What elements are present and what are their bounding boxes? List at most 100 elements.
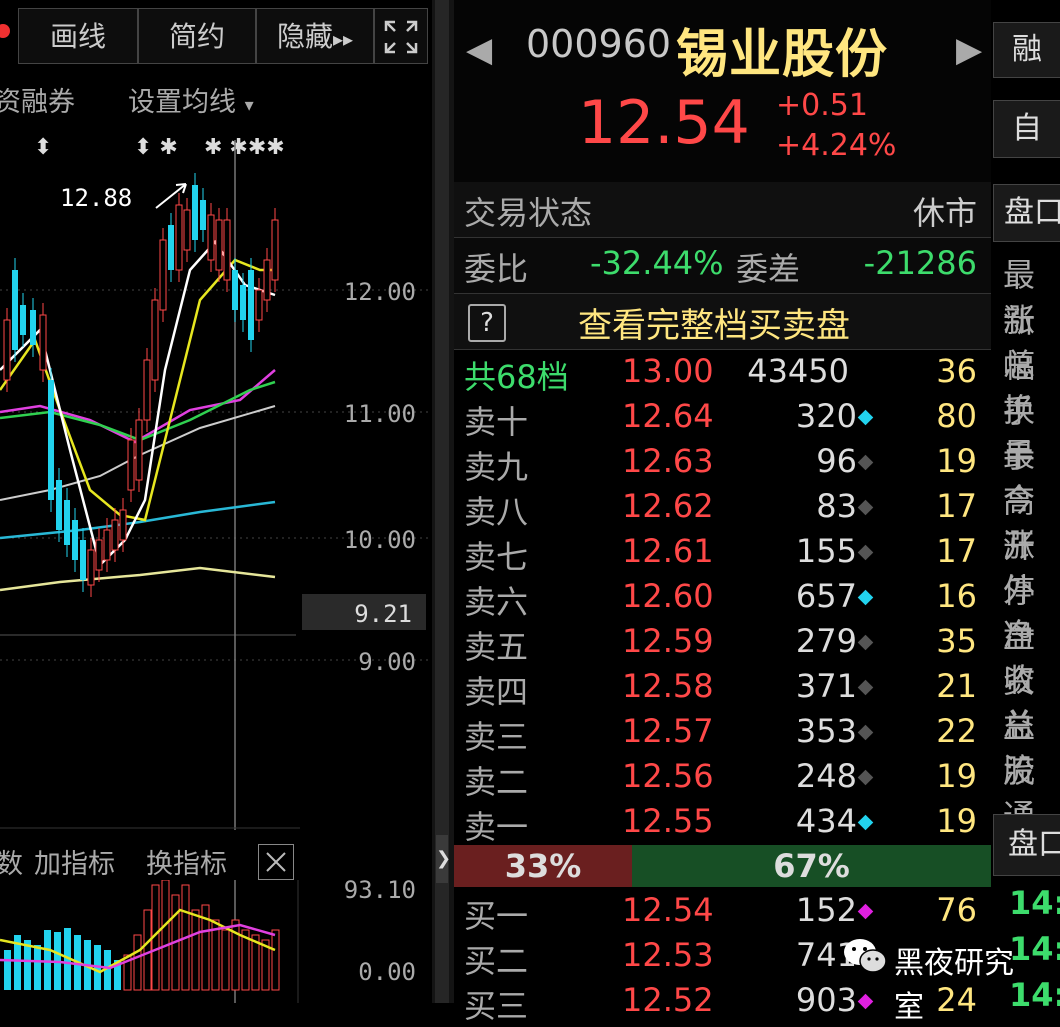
tab-handicap-2[interactable]: 盘口 [993,814,1060,876]
level-price: 12.53 [622,936,714,974]
level-name: 卖三 [464,718,529,756]
sell-ratio-segment: 33% [454,845,632,887]
level-volume: 83 [816,487,857,525]
candlestick-chart[interactable]: ⬍ ⬍ ✱ ✱ ✱✱✱ 12.00 11.00 10.00 9.00 9.21 … [0,120,432,835]
level-volume: 903 [795,981,857,1019]
change-dot-icon [857,589,874,606]
indicator-bar [143,909,152,991]
candle-body [143,359,151,421]
order-book-row[interactable]: 买一 12.54 152 76 [454,889,991,935]
level-count: 80 [936,397,977,435]
event-marker[interactable]: ⬍ ✱ [134,135,178,160]
candle-body [271,219,279,281]
level-count: 19 [936,442,977,480]
add-indicator-button[interactable]: 加指标 [34,842,115,881]
indicator-chart[interactable]: 93.10 0.00 [0,880,432,1003]
draw-button[interactable]: 画线 [18,8,138,64]
level-name: 买二 [464,942,529,980]
level-price: 12.54 [622,891,714,929]
level-count: 21 [936,667,977,705]
close-indicator-button[interactable] [258,844,294,880]
level-price: 12.60 [622,577,714,615]
order-diff-value: -21286 [863,244,977,282]
change-dot-icon [857,903,874,920]
candle-body [151,299,159,381]
order-book-row[interactable]: 卖十 12.64 320 80 [454,395,991,441]
level-volume: 152 [795,891,857,929]
hide-label: 隐藏 [276,20,333,53]
panel-splitter[interactable]: ❯ [432,0,454,1003]
level-name: 卖一 [464,808,529,846]
candle-body [111,519,119,551]
indicator-name[interactable]: 数 [0,842,23,881]
level-volume: 279 [795,622,857,660]
buy-sell-ratio-bar: 33% 67% [454,845,991,887]
level-price: 12.58 [622,667,714,705]
collapse-arrow-icon[interactable]: ❯ [436,835,451,883]
full-book-link[interactable]: 查看完整档买卖盘 [578,298,850,347]
tab-handicap[interactable]: 盘口 [993,184,1060,242]
margin-tab[interactable]: 融 [993,22,1060,78]
prev-stock-icon[interactable]: ◀ [466,30,492,70]
margin-trading-link[interactable]: 资融券 [0,80,75,119]
candle-body [95,539,103,571]
ma-settings-dropdown[interactable]: 设置均线 ▾ [128,80,254,119]
order-book-row[interactable]: 卖二 12.56 248 19 [454,755,991,801]
book-summary-row[interactable]: 共68档 13.00 43450 36 [454,350,991,396]
current-price-tag-label: 9.21 [354,600,412,628]
level-price: 12.64 [622,397,714,435]
candle-body [248,270,254,340]
candle-body [127,439,135,491]
candle-body [240,285,246,320]
level-name: 买三 [464,987,529,1025]
event-marker[interactable]: ✱ ✱✱✱ [204,135,285,160]
self-select-tab[interactable]: 自 [993,100,1060,158]
help-icon[interactable]: ? [468,304,506,342]
hide-button[interactable]: 隐藏▸▸ [256,8,374,64]
next-stock-icon[interactable]: ▶ [956,30,982,70]
order-book-row[interactable]: 卖七 12.61 155 17 [454,530,991,576]
simple-mode-button[interactable]: 简约 [138,8,256,64]
record-dot-icon[interactable] [0,24,10,38]
change-dot-icon [857,499,874,516]
candle-body [48,380,54,500]
order-book-row[interactable]: 卖三 12.57 353 22 [454,710,991,756]
high-arrow-icon [155,183,187,209]
switch-indicator-button[interactable]: 换指标 [146,842,227,881]
change-block: +0.51 +4.24% [776,86,896,166]
order-book-row[interactable]: 卖一 12.55 434 19 [454,800,991,846]
order-book-row[interactable]: 卖八 12.62 83 17 [454,485,991,531]
full-book-row[interactable]: ? 查看完整档买卖盘 [454,294,991,350]
event-marker[interactable]: ⬍ [34,135,52,160]
change-dot-icon [857,409,874,426]
indicator-bar [133,934,142,991]
order-book-row[interactable]: 卖五 12.59 279 35 [454,620,991,666]
level-price: 12.55 [622,802,714,840]
indicator-axis-label: 0.00 [358,958,416,986]
price-axis-label: 9.00 [358,648,416,676]
kline-panel[interactable]: 画线 简约 隐藏▸▸ 资融券 设置均线 ▾ ⬍ ⬍ ✱ ✱ ✱✱✱ 12.00 … [0,0,432,1003]
level-name: 卖二 [464,763,529,801]
fullscreen-button[interactable] [374,8,428,64]
order-book-row[interactable]: 卖四 12.58 371 21 [454,665,991,711]
candle-body [183,209,191,251]
price-change: +0.51 [776,88,868,123]
indicator-bar [4,950,11,990]
level-volume: 353 [795,712,857,750]
change-dot-icon [857,769,874,786]
candle-body [20,305,26,335]
order-book-row[interactable]: 卖六 12.60 657 16 [454,575,991,621]
candle-body [159,239,167,311]
level-volume: 434 [795,802,857,840]
candle-body [263,259,271,301]
level-price: 12.61 [622,532,714,570]
indicator-bar [34,945,41,990]
candle-body [175,204,183,271]
side-panel: 融 自 盘口 最新涨幅总手换手最高今开涨停外盘净资收益总股流通 盘口 14: 1… [991,0,1060,1014]
trade-status-row: 交易状态 休市 [454,182,991,238]
quote-panel: ◀ 000960 锡业股份 ▶ 12.54 +0.51 +4.24% 交易状态 … [454,0,991,1025]
candle-body [135,419,143,481]
level-volume: 371 [795,667,857,705]
order-book-row[interactable]: 卖九 12.63 96 19 [454,440,991,486]
order-ratio-value: -32.44% [590,244,724,282]
